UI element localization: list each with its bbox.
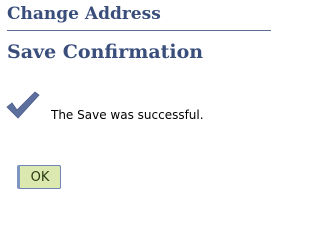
page-title: Save Confirmation bbox=[7, 41, 204, 63]
header-title: Change Address bbox=[7, 4, 161, 24]
checkmark-icon bbox=[6, 90, 40, 120]
confirmation-message: The Save was successful. bbox=[51, 108, 204, 122]
ok-button[interactable]: OK bbox=[17, 165, 61, 189]
page-header: Change Address bbox=[7, 3, 271, 31]
